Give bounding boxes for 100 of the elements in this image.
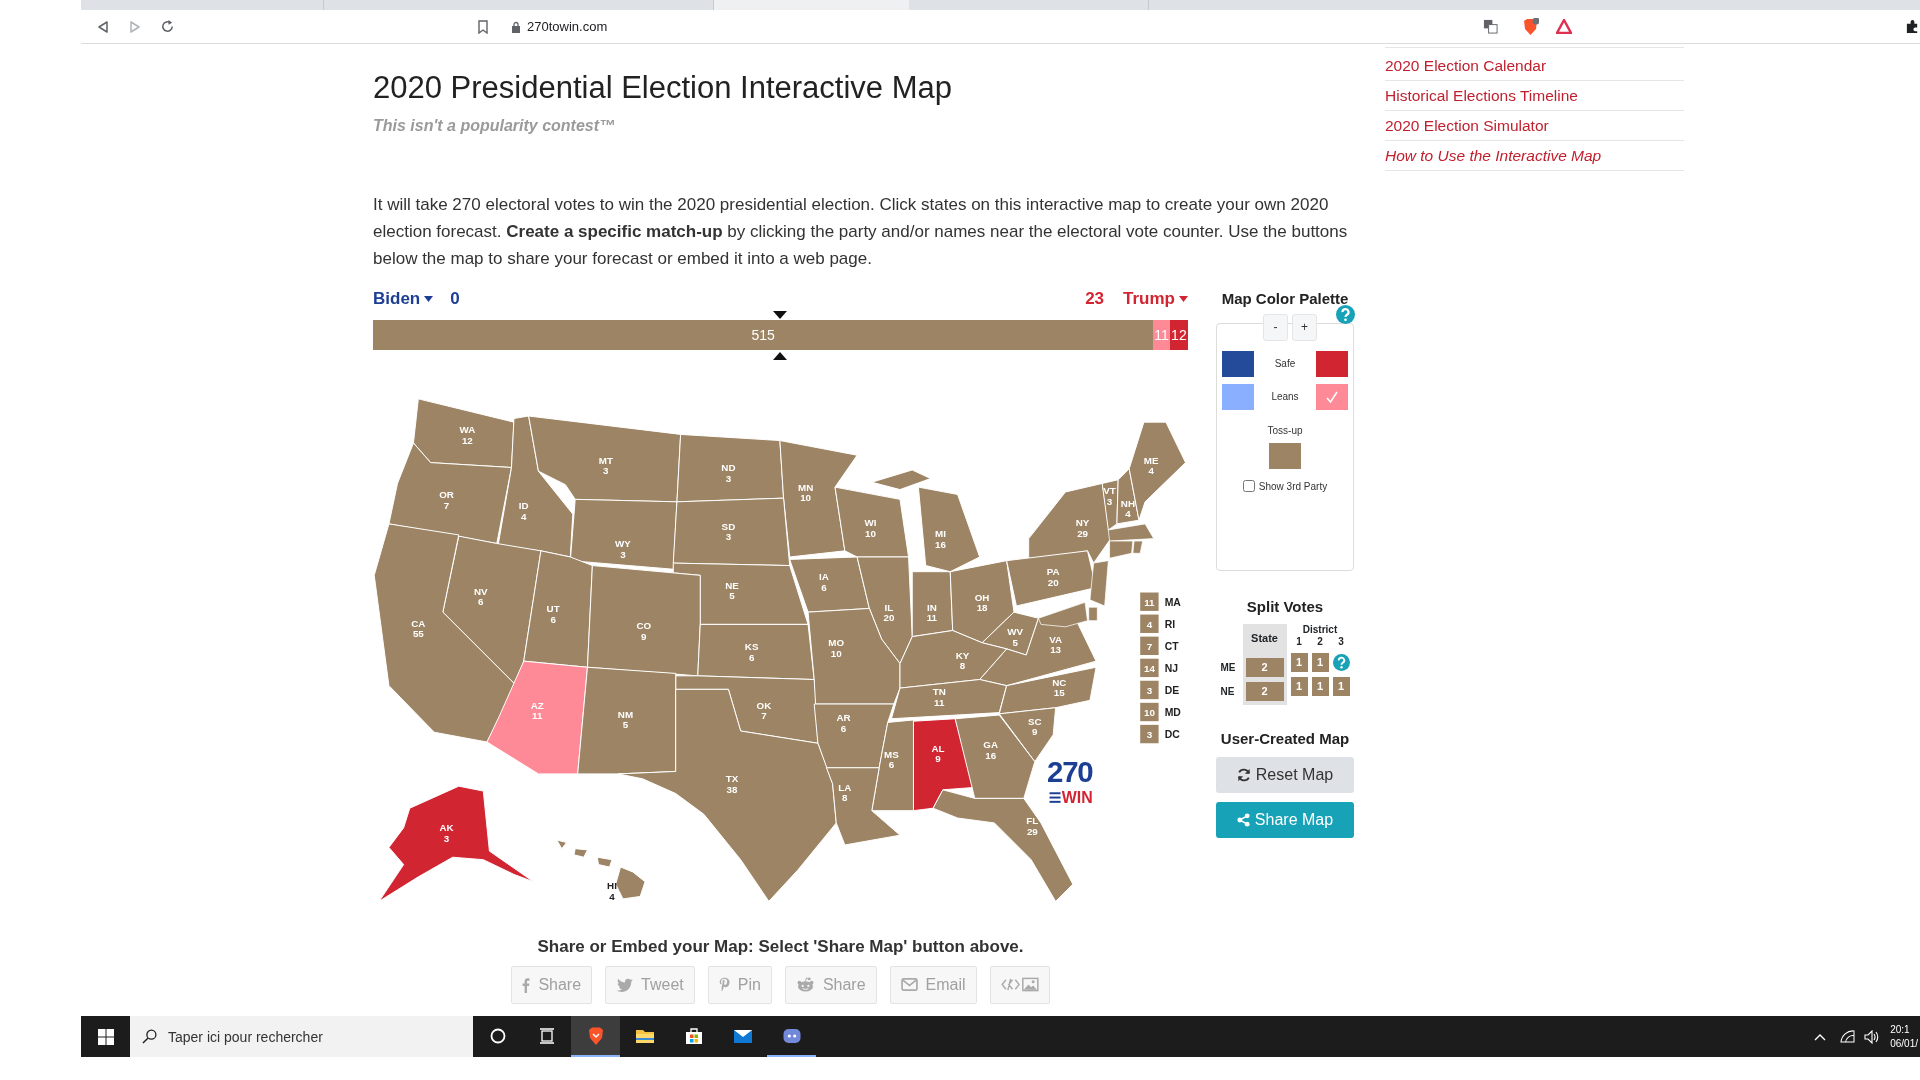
- state-shape[interactable]: [672, 562, 809, 625]
- vote-cell[interactable]: 2: [1245, 682, 1284, 701]
- color-swatch[interactable]: [1269, 442, 1301, 469]
- state-label: TX 38: [725, 773, 739, 795]
- back-icon[interactable]: [96, 19, 110, 34]
- state-label: WV 5: [1007, 626, 1024, 648]
- state-shape[interactable]: [890, 679, 1008, 720]
- state-label: HI 4: [607, 880, 617, 902]
- state-swatch[interactable]: [1140, 724, 1159, 744]
- chevron-up-icon[interactable]: [1814, 1032, 1827, 1041]
- state-shape[interactable]: [675, 675, 819, 744]
- vote-cell[interactable]: 1: [1311, 653, 1329, 672]
- share-button[interactable]: Share: [511, 965, 593, 1004]
- vote-cell[interactable]: 1: [1332, 677, 1350, 696]
- state-shape[interactable]: [807, 607, 901, 705]
- state-shape[interactable]: [871, 719, 914, 812]
- state-label: MN 10: [798, 481, 814, 504]
- share-button[interactable]: Share: [784, 965, 877, 1004]
- state-shape[interactable]: [577, 666, 677, 775]
- sidebar-link[interactable]: 2020 Election Calendar: [1385, 51, 1684, 81]
- sidebar-link[interactable]: How to Use the Interactive Map: [1385, 141, 1684, 171]
- state-shape[interactable]: [998, 666, 1097, 715]
- vote-count: 10: [1143, 707, 1155, 719]
- vote-cell[interactable]: 1: [1290, 677, 1308, 696]
- state-shape[interactable]: [1132, 540, 1143, 554]
- state-shape[interactable]: [497, 415, 574, 558]
- check-icon: [1325, 389, 1339, 404]
- state-shape[interactable]: [556, 839, 646, 900]
- state-shape[interactable]: [486, 660, 588, 775]
- state-shape[interactable]: [1089, 560, 1109, 607]
- state-shape[interactable]: [911, 571, 954, 638]
- volume-icon[interactable]: [1864, 1029, 1881, 1044]
- share-button[interactable]: Email: [889, 965, 977, 1004]
- clock-date: 06/01/: [1890, 1036, 1918, 1051]
- state-swatch[interactable]: [1140, 614, 1159, 633]
- state-shape[interactable]: [523, 550, 593, 668]
- sidebar-link[interactable]: 2020 Election Simulator: [1385, 111, 1684, 141]
- checkbox[interactable]: [1242, 480, 1255, 492]
- state-shape[interactable]: [1088, 606, 1098, 622]
- row-label: ME: [1220, 661, 1237, 675]
- vote-cell[interactable]: 1: [1311, 677, 1329, 696]
- zoom-button[interactable]: -: [1263, 313, 1288, 341]
- extensions-icon[interactable]: [1905, 19, 1920, 34]
- state-shape[interactable]: [789, 556, 870, 613]
- state-abbreviation: MD: [1164, 707, 1181, 719]
- state-shape[interactable]: [412, 398, 515, 468]
- candidate-dropdown[interactable]: Biden: [373, 286, 434, 312]
- state-swatch[interactable]: [1140, 658, 1159, 678]
- help-icon[interactable]: [1332, 654, 1350, 671]
- translate-icon[interactable]: [1483, 19, 1498, 34]
- forward-icon[interactable]: [128, 19, 142, 34]
- search-field[interactable]: Taper ici pour rechercher: [130, 1016, 473, 1057]
- share-button[interactable]: Pin: [707, 965, 772, 1004]
- help-icon[interactable]: [1336, 304, 1355, 324]
- section-title: User-Created Map: [1220, 729, 1350, 749]
- bookmark-icon[interactable]: [477, 19, 489, 34]
- sidebar-link[interactable]: Historical Elections Timeline: [1385, 81, 1684, 111]
- state-label: NY 29: [1075, 517, 1090, 539]
- state-shape[interactable]: [1038, 601, 1088, 628]
- wifi-icon[interactable]: [1840, 1030, 1856, 1043]
- share-button[interactable]: Tweet: [605, 965, 695, 1004]
- color-swatch[interactable]: [1222, 350, 1254, 377]
- state-label: OR 7: [439, 489, 454, 511]
- vote-cell[interactable]: 1: [1290, 653, 1308, 672]
- lion-shield-icon[interactable]: [1522, 17, 1539, 36]
- state-shape[interactable]: [528, 415, 682, 503]
- color-swatch[interactable]: [1222, 383, 1254, 410]
- state-label: IA 6: [819, 571, 829, 593]
- state-shape[interactable]: [697, 623, 815, 680]
- state-swatch[interactable]: [1140, 680, 1159, 700]
- vote-count: 7: [1146, 641, 1153, 653]
- state-shape[interactable]: [672, 497, 791, 567]
- state-swatch[interactable]: [1140, 592, 1159, 611]
- state-shape[interactable]: [676, 433, 785, 503]
- state-shape[interactable]: [388, 442, 512, 544]
- state-label: WY 3: [615, 538, 631, 560]
- tagline: This isn't a popularity contest™: [373, 116, 617, 136]
- reset-map-button[interactable]: Reset Map: [1216, 756, 1354, 793]
- triangle-icon[interactable]: [1556, 19, 1572, 34]
- state-shape[interactable]: [378, 785, 535, 902]
- vote-cell[interactable]: 2: [1245, 658, 1284, 677]
- state-shape[interactable]: [834, 486, 910, 558]
- color-swatch[interactable]: [1316, 350, 1348, 377]
- state-swatch[interactable]: [1140, 702, 1159, 722]
- address-bar[interactable]: 270towin.com: [503, 13, 1483, 40]
- zoom-button[interactable]: +: [1292, 313, 1317, 341]
- color-swatch[interactable]: [1316, 383, 1348, 410]
- reload-icon[interactable]: [160, 19, 175, 34]
- state-label: LA 8: [838, 782, 852, 804]
- candidate-dropdown[interactable]: Trump: [1123, 286, 1188, 312]
- state-shape[interactable]: [569, 498, 678, 570]
- state-shape[interactable]: [825, 767, 901, 846]
- state-shape[interactable]: [998, 707, 1057, 763]
- state-shape[interactable]: [617, 688, 837, 902]
- share-map-button[interactable]: Share Map: [1216, 801, 1354, 838]
- share-button[interactable]: [989, 965, 1050, 1004]
- bird-icon: [616, 977, 634, 992]
- state-label: WI 10: [864, 517, 877, 539]
- swatch-label: Leans: [1271, 390, 1299, 404]
- state-swatch[interactable]: [1140, 636, 1159, 655]
